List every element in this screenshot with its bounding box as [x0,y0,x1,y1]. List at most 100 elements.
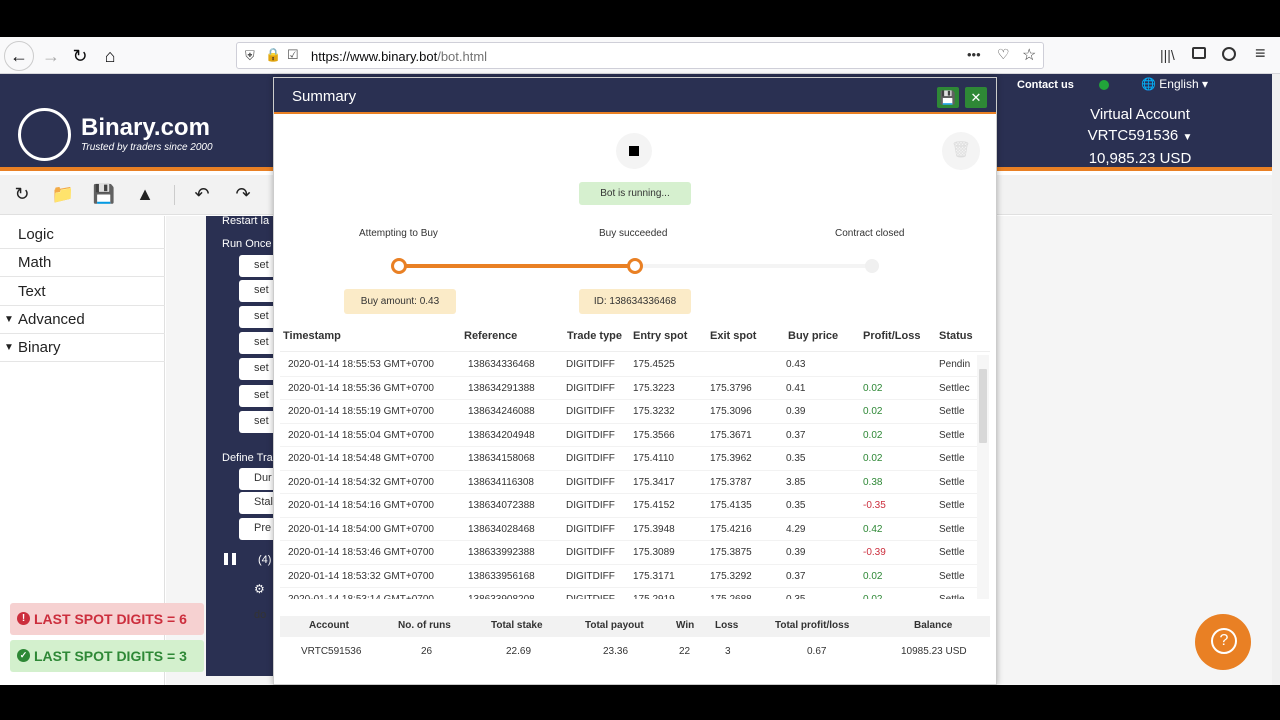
brand-name[interactable]: Binary.com [81,114,210,142]
menu-icon[interactable]: ≡ [1255,43,1266,64]
trades-table-header: Timestamp Reference Trade type Entry spo… [280,327,990,352]
open-folder-icon[interactable]: 📁 [51,184,75,206]
table-row[interactable]: 2020-01-14 18:54:00 GMT+0700 138634028468… [280,518,985,541]
pocket-icon[interactable]: ♡ [997,46,1010,63]
set-block[interactable]: set [239,306,276,328]
summary-header: Account No. of runs Total stake Total pa… [280,616,990,637]
sum-col-win: Win [676,620,695,631]
caret-down-icon[interactable]: ▼ [1182,132,1192,143]
lock-icon[interactable]: 🔒 [265,47,281,63]
sum-profit: 0.67 [807,646,827,657]
account-switcher[interactable]: Virtual Account VRTC591536 ▼ 10,985.23 U… [1070,104,1210,169]
restart-block-label: Restart la [222,215,270,227]
binary-logo-icon[interactable] [18,108,71,161]
col-exit-spot[interactable]: Exit spot [710,330,756,342]
divider [0,248,165,249]
sum-col-payout: Total payout [585,620,644,631]
set-block[interactable]: set [239,358,276,380]
table-row[interactable]: 2020-01-14 18:53:14 GMT+0700 138633908208… [280,588,985,599]
reset-icon[interactable]: ↻ [10,184,34,206]
table-row[interactable]: 2020-01-14 18:54:48 GMT+0700 138634158068… [280,447,985,471]
table-row[interactable]: 2020-01-14 18:53:46 GMT+0700 138633992388… [280,541,985,565]
prediction-block[interactable]: Pre [239,518,276,540]
close-dialog-button[interactable]: ✕ [965,87,987,108]
last-digit-toast-red: ! LAST SPOT DIGITS = 6 [10,603,204,635]
cell-trade-type: DIGITDIFF [566,382,615,394]
save-icon[interactable]: 💾 [92,184,116,206]
col-timestamp[interactable]: Timestamp [283,330,341,342]
col-status[interactable]: Status [939,330,973,342]
cell-profit-loss: 0.02 [863,594,882,599]
url-bar[interactable]: ⛨ 🔒 ☑ https://www.binary.bot/bot.html ••… [236,42,1044,69]
sum-col-account: Account [309,620,349,631]
cell-buy-price: 0.37 [786,570,806,582]
summary-table: Account No. of runs Total stake Total pa… [280,616,990,664]
toolbox-logic[interactable]: Logic [18,226,54,243]
toolbox-math[interactable]: Math [18,254,51,271]
set-block[interactable]: set [239,385,276,407]
sidebar-icon[interactable] [1192,47,1206,59]
trades-scrollbar[interactable] [977,355,989,599]
undo-icon[interactable]: ↶ [190,184,214,206]
permissions-icon[interactable]: ☑ [287,47,299,63]
contact-us-link[interactable]: Contact us [1017,79,1074,91]
back-button[interactable]: ← [4,41,34,71]
google-drive-icon[interactable]: ▲ [133,184,157,206]
table-row[interactable]: 2020-01-14 18:54:16 GMT+0700 138634072388… [280,494,985,518]
clear-stats-button[interactable]: 🗑 [942,132,980,170]
sum-col-runs: No. of runs [398,620,451,631]
page-actions-icon[interactable]: ••• [967,47,981,62]
trades-table-body[interactable]: 2020-01-14 18:55:53 GMT+0700 138634336468… [280,353,985,599]
cell-profit-loss: 0.02 [863,453,883,464]
col-buy-price[interactable]: Buy price [788,330,838,342]
col-entry-spot[interactable]: Entry spot [633,330,687,342]
expand-caret-icon[interactable]: ▼ [4,314,14,325]
col-profit-loss[interactable]: Profit/Loss [863,330,920,342]
shield-icon[interactable]: ⛨ [245,48,255,64]
table-row[interactable]: 2020-01-14 18:55:53 GMT+0700 138634336468… [280,353,985,377]
cell-trade-type: DIGITDIFF [566,594,615,599]
table-row[interactable]: 2020-01-14 18:55:36 GMT+0700 138634291388… [280,377,985,400]
expand-caret-icon[interactable]: ▼ [4,342,14,353]
sum-col-stake: Total stake [491,620,543,631]
home-button[interactable]: ⌂ [95,41,125,71]
reload-button[interactable]: ↻ [65,41,95,71]
table-row[interactable]: 2020-01-14 18:53:32 GMT+0700 138633956168… [280,565,985,588]
cell-trade-type: DIGITDIFF [566,359,615,370]
set-block[interactable]: set [239,332,276,354]
language-selector[interactable]: 🌐 English ▾ [1141,77,1208,91]
stop-bot-button[interactable] [616,133,652,169]
account-icon[interactable] [1222,47,1236,61]
toolbox-binary[interactable]: Binary [18,339,61,356]
set-block[interactable]: set [239,411,276,433]
checkered-flag-icon [224,553,240,565]
gear-icon[interactable]: ⚙ [254,582,265,596]
cell-status: Settlec [939,382,970,394]
help-button[interactable] [1195,614,1251,670]
account-id: VRTC591536 ▼ [1087,127,1193,144]
col-reference[interactable]: Reference [464,330,517,342]
cell-exit-spot: 175.4135 [710,500,752,511]
brand-tagline: Trusted by traders since 2000 [81,142,213,153]
page-scrollbar[interactable] [1272,74,1280,685]
bookmark-star-icon[interactable]: ☆ [1022,45,1036,65]
toolbox-advanced[interactable]: Advanced [18,311,85,328]
cell-status: Settle [939,594,965,599]
cell-buy-price: 3.85 [786,476,806,488]
table-row[interactable]: 2020-01-14 18:55:04 GMT+0700 138634204948… [280,424,985,447]
library-icon[interactable]: |||\ [1160,47,1175,63]
save-summary-button[interactable]: 💾 [937,87,959,108]
set-block[interactable]: set [239,255,276,277]
cell-status: Settle [939,406,965,417]
col-trade-type[interactable]: Trade type [567,330,622,342]
table-row[interactable]: 2020-01-14 18:55:19 GMT+0700 138634246088… [280,400,985,424]
stake-block[interactable]: Stal [239,492,276,514]
toolbox-text[interactable]: Text [18,283,46,300]
step-attempting-to-buy: Attempting to Buy [359,228,438,239]
redo-icon[interactable]: ↷ [231,184,255,206]
duration-block[interactable]: Dur [239,468,276,490]
forward-button[interactable]: → [36,41,66,71]
trades-scroll-thumb[interactable] [979,369,987,443]
table-row[interactable]: 2020-01-14 18:54:32 GMT+0700 138634116308… [280,471,985,494]
set-block[interactable]: set [239,280,276,302]
